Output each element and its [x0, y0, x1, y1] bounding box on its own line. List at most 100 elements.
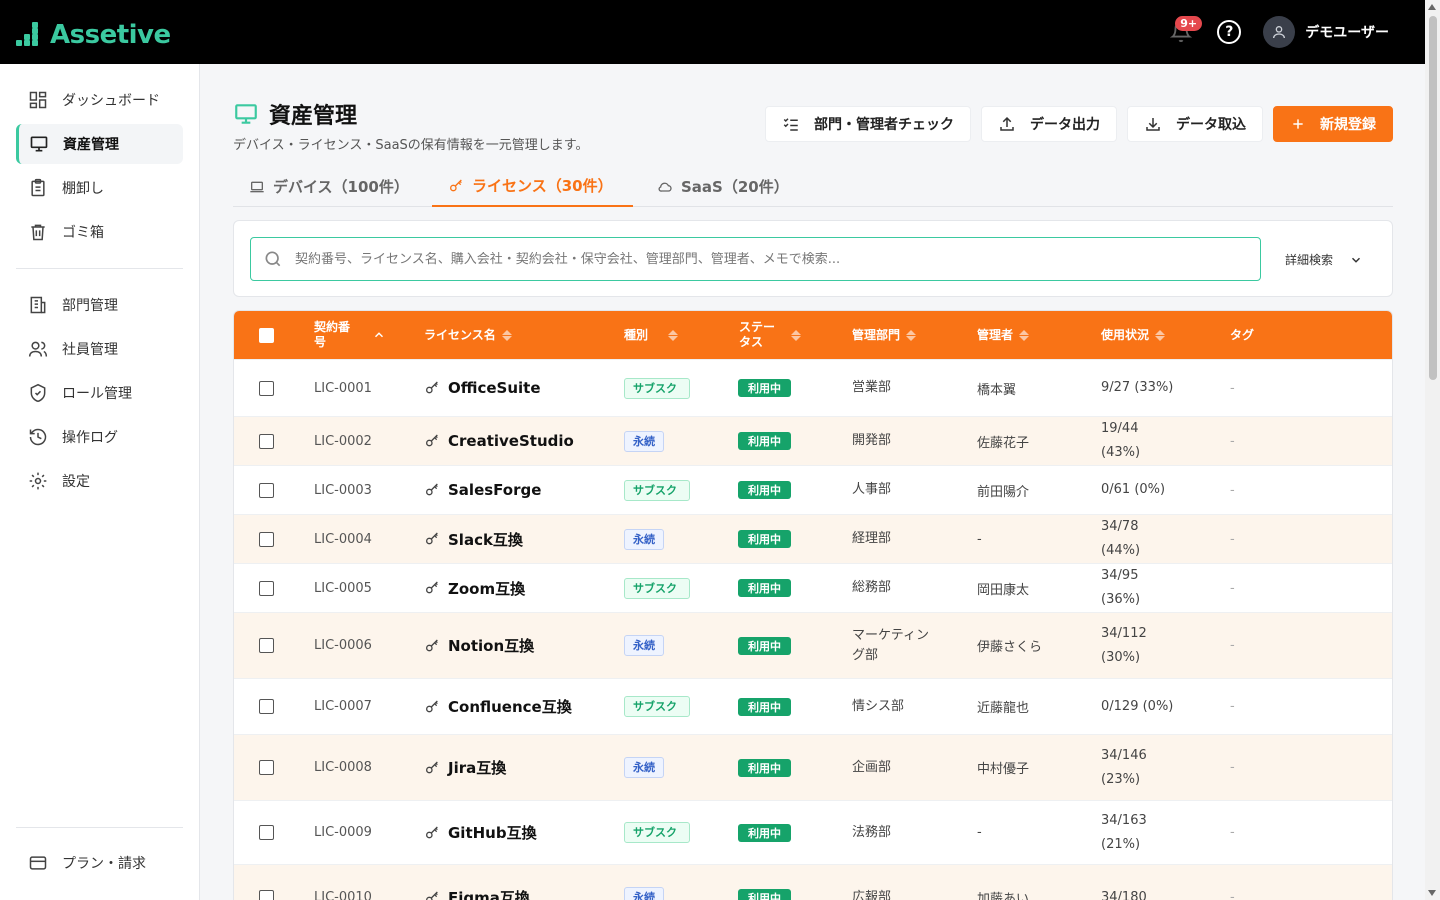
column-contract-no[interactable]: 契約番号 [314, 311, 394, 359]
row-checkbox[interactable] [259, 417, 274, 465]
usage: 34/146 (23%) [1101, 747, 1147, 787]
license-name[interactable]: GitHub互換 [424, 801, 537, 864]
row-checkbox[interactable] [259, 865, 274, 900]
key-icon [426, 434, 438, 447]
row-checkbox[interactable] [259, 679, 274, 734]
search-field[interactable] [250, 237, 1261, 281]
license-name[interactable]: Jira互換 [424, 735, 506, 800]
license-name[interactable]: OfficeSuite [424, 360, 541, 416]
search-input[interactable] [295, 251, 1245, 267]
column-status[interactable]: ステータス [739, 311, 801, 359]
license-name[interactable]: Confluence互換 [424, 679, 572, 734]
row-checkbox[interactable] [259, 613, 274, 678]
sidebar-item-departments[interactable]: 部門管理 [16, 285, 183, 325]
table-row[interactable]: LIC-0010 Figma互換 永続 利用中 広報部 加藤あい 34/180 - [234, 864, 1392, 900]
license-name[interactable]: Figma互換 [424, 865, 530, 900]
status-cell: 利用中 [738, 865, 791, 900]
license-name[interactable]: Zoom互換 [424, 564, 525, 612]
type-cell: 永続 [624, 865, 664, 900]
tab-devices[interactable]: デバイス（100件） [249, 166, 409, 207]
status-cell: 利用中 [738, 360, 791, 416]
license-name[interactable]: SalesForge [424, 466, 541, 514]
table-row[interactable]: LIC-0007 Confluence互換 サブスク 利用中 情シス部 近藤龍也 0/129… [234, 678, 1392, 734]
usage: 34/180 [1101, 889, 1147, 900]
tags: - [1230, 825, 1235, 840]
scroll-up-arrow[interactable] [1428, 4, 1436, 10]
manager: - [977, 825, 982, 840]
table-row[interactable]: LIC-0005 Zoom互換 サブスク 利用中 総務部 岡田康太 34/95 (36%) - [234, 563, 1392, 612]
logo-mark-icon [16, 22, 42, 48]
notification-badge: 9+ [1175, 16, 1203, 31]
manager: 前田陽介 [977, 484, 1030, 500]
table-row[interactable]: LIC-0008 Jira互換 永続 利用中 企画部 中村優子 34/146 (23%) - [234, 734, 1392, 800]
tab-licenses[interactable]: ライセンス（30件） [432, 166, 633, 207]
page-subtitle: デバイス・ライセンス・SaaSの保有情報を一元管理します。 [233, 138, 589, 153]
advanced-search-toggle[interactable]: 詳細検索 [1285, 251, 1363, 268]
license-name[interactable]: CreativeStudio [424, 417, 574, 465]
license-name[interactable]: Notion互換 [424, 613, 534, 678]
export-button[interactable]: データ出力 [981, 106, 1117, 142]
column-manager[interactable]: 管理者 [977, 311, 1030, 359]
sidebar-item-logs[interactable]: 操作ログ [16, 417, 183, 457]
new-registration-button[interactable]: 新規登録 [1273, 106, 1393, 142]
page-scrollbar[interactable] [1425, 0, 1440, 900]
manager: 橋本翼 [977, 382, 1017, 398]
sidebar-item-billing[interactable]: プラン・請求 [16, 843, 183, 883]
usage: 34/163 (21%) [1101, 812, 1147, 852]
row-checkbox[interactable] [259, 735, 274, 800]
column-usage[interactable]: 使用状況 [1101, 311, 1166, 359]
row-checkbox[interactable] [259, 466, 274, 514]
contract-no: LIC-0005 [314, 580, 372, 596]
sidebar-divider [16, 827, 183, 828]
status-badge: 利用中 [738, 432, 791, 450]
license-name[interactable]: Slack互換 [424, 515, 523, 563]
import-button[interactable]: データ取込 [1127, 106, 1263, 142]
row-checkbox[interactable] [259, 564, 274, 612]
row-checkbox[interactable] [259, 360, 274, 416]
gear-icon [29, 472, 47, 490]
scroll-down-arrow[interactable] [1428, 890, 1436, 896]
notification-button[interactable]: 9+ [1167, 14, 1203, 50]
contract-no: LIC-0009 [314, 825, 372, 840]
license-table: 契約番号 ライセンス名 種別 ステータス 管理部門 管理者 使用状況 タグ LI… [233, 310, 1393, 900]
sidebar-item-inventory[interactable]: 棚卸し [16, 168, 183, 208]
table-row[interactable]: LIC-0001 OfficeSuite サブスク 利用中 営業部 橋本翼 9/27 (33… [234, 359, 1392, 416]
table-row[interactable]: LIC-0009 GitHub互換 サブスク 利用中 法務部 - 34/163 (21%) - [234, 800, 1392, 864]
row-checkbox[interactable] [259, 801, 274, 864]
scrollbar-thumb[interactable] [1429, 16, 1437, 380]
column-type[interactable]: 種別 [624, 311, 679, 359]
help-icon[interactable]: ? [1217, 20, 1242, 44]
type-cell: 永続 [624, 735, 664, 800]
key-icon [426, 761, 438, 773]
sidebar-item-settings[interactable]: 設定 [16, 461, 183, 501]
key-icon [426, 483, 438, 496]
manager: 近藤龍也 [977, 701, 1030, 716]
column-department[interactable]: 管理部門 [852, 311, 917, 359]
department: 企画部 [852, 759, 892, 775]
table-header: 契約番号 ライセンス名 種別 ステータス 管理部門 管理者 使用状況 タグ [234, 311, 1392, 359]
department: 経理部 [852, 531, 892, 546]
key-icon [426, 581, 438, 594]
table-row[interactable]: LIC-0003 SalesForge サブスク 利用中 人事部 前田陽介 0/61 (0%… [234, 465, 1392, 514]
sidebar-item-label: プラン・請求 [62, 856, 146, 872]
column-license-name[interactable]: ライセンス名 [424, 311, 512, 359]
table-row[interactable]: LIC-0002 CreativeStudio 永続 利用中 開発部 佐藤花子 19/44 … [234, 416, 1392, 465]
key-icon [426, 532, 438, 545]
department-check-button[interactable]: 部門・管理者チェック [765, 106, 971, 142]
row-checkbox[interactable] [259, 515, 274, 563]
sidebar-item-trash[interactable]: ゴミ箱 [16, 212, 183, 252]
table-row[interactable]: LIC-0006 Notion互換 永続 利用中 マーケティング部 伊藤さくら 34/112… [234, 612, 1392, 678]
app-logo[interactable]: Assetive [16, 20, 171, 50]
tags: - [1230, 482, 1235, 498]
tab-saas[interactable]: SaaS（20件） [657, 166, 789, 207]
sidebar-item-roles[interactable]: ロール管理 [16, 373, 183, 413]
upload-icon [1000, 116, 1014, 131]
status-cell: 利用中 [738, 735, 791, 800]
sidebar-item-employees[interactable]: 社員管理 [16, 329, 183, 369]
type-badge: サブスク [624, 377, 690, 399]
table-row[interactable]: LIC-0004 Slack互換 永続 利用中 経理部 - 34/78 (44%) - [234, 514, 1392, 563]
sidebar-item-dashboard[interactable]: ダッシュボード [16, 80, 183, 120]
sidebar-item-assets[interactable]: 資産管理 [16, 124, 183, 164]
user-menu[interactable]: デモユーザー [1263, 16, 1389, 48]
select-all-checkbox[interactable] [259, 311, 274, 359]
